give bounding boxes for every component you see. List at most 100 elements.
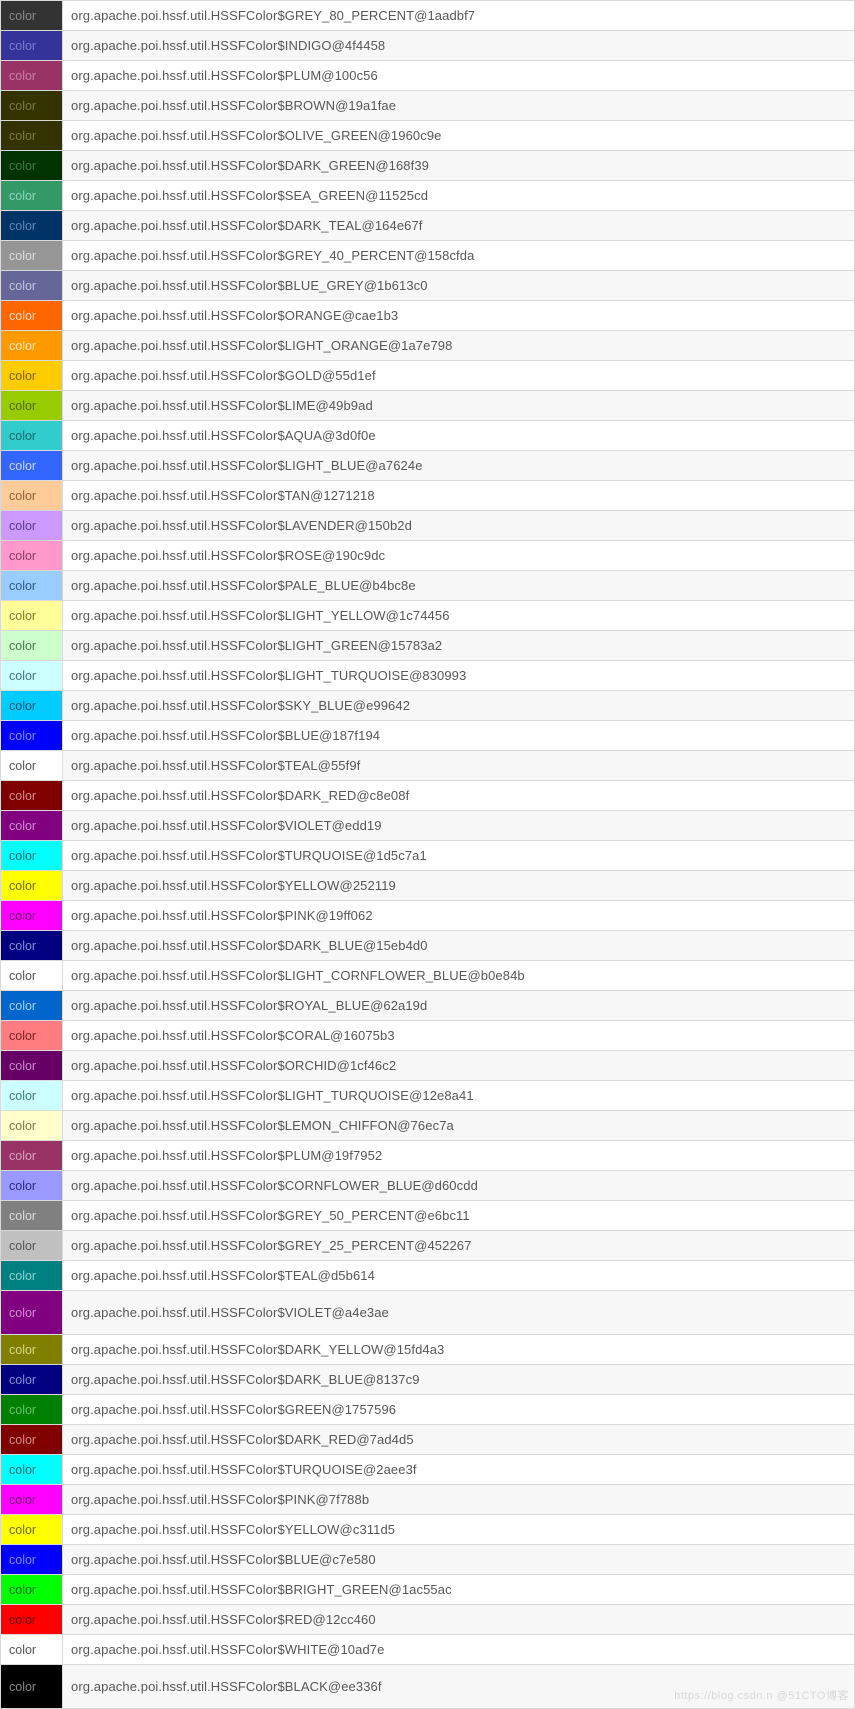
color-swatch-cell: color bbox=[1, 301, 63, 331]
color-value-cell: org.apache.poi.hssf.util.HSSFColor$LIGHT… bbox=[63, 451, 855, 481]
color-value-cell: org.apache.poi.hssf.util.HSSFColor$GREY_… bbox=[63, 1231, 855, 1261]
table-row: colororg.apache.poi.hssf.util.HSSFColor$… bbox=[1, 181, 855, 211]
table-row: colororg.apache.poi.hssf.util.HSSFColor$… bbox=[1, 1365, 855, 1395]
table-row: colororg.apache.poi.hssf.util.HSSFColor$… bbox=[1, 541, 855, 571]
color-swatch-cell: color bbox=[1, 511, 63, 541]
color-swatch-cell: color bbox=[1, 991, 63, 1021]
color-swatch-cell: color bbox=[1, 871, 63, 901]
color-swatch-cell: color bbox=[1, 721, 63, 751]
color-swatch-cell: color bbox=[1, 631, 63, 661]
color-swatch-cell: color bbox=[1, 1335, 63, 1365]
color-swatch-cell: color bbox=[1, 1201, 63, 1231]
color-swatch-cell: color bbox=[1, 91, 63, 121]
table-row: colororg.apache.poi.hssf.util.HSSFColor$… bbox=[1, 961, 855, 991]
color-swatch-cell: color bbox=[1, 1051, 63, 1081]
color-swatch-cell: color bbox=[1, 241, 63, 271]
table-row: colororg.apache.poi.hssf.util.HSSFColor$… bbox=[1, 481, 855, 511]
color-swatch-cell: color bbox=[1, 751, 63, 781]
color-value-cell: org.apache.poi.hssf.util.HSSFColor$LIGHT… bbox=[63, 1081, 855, 1111]
table-row: colororg.apache.poi.hssf.util.HSSFColor$… bbox=[1, 1111, 855, 1141]
color-swatch-cell: color bbox=[1, 1111, 63, 1141]
color-swatch-cell: color bbox=[1, 1171, 63, 1201]
color-value-cell: org.apache.poi.hssf.util.HSSFColor$ROSE@… bbox=[63, 541, 855, 571]
color-value-cell: org.apache.poi.hssf.util.HSSFColor$AQUA@… bbox=[63, 421, 855, 451]
color-value-cell: org.apache.poi.hssf.util.HSSFColor$LIGHT… bbox=[63, 961, 855, 991]
color-swatch-cell: color bbox=[1, 1021, 63, 1051]
color-value-cell: org.apache.poi.hssf.util.HSSFColor$GOLD@… bbox=[63, 361, 855, 391]
color-value-cell: org.apache.poi.hssf.util.HSSFColor$LIGHT… bbox=[63, 661, 855, 691]
color-swatch-cell: color bbox=[1, 841, 63, 871]
color-swatch-cell: color bbox=[1, 1545, 63, 1575]
color-swatch-cell: color bbox=[1, 781, 63, 811]
color-swatch-cell: color bbox=[1, 1231, 63, 1261]
color-value-cell: org.apache.poi.hssf.util.HSSFColor$DARK_… bbox=[63, 1335, 855, 1365]
color-swatch-cell: color bbox=[1, 1425, 63, 1455]
table-row: colororg.apache.poi.hssf.util.HSSFColor$… bbox=[1, 601, 855, 631]
table-row: colororg.apache.poi.hssf.util.HSSFColor$… bbox=[1, 241, 855, 271]
table-row: colororg.apache.poi.hssf.util.HSSFColor$… bbox=[1, 721, 855, 751]
table-row: colororg.apache.poi.hssf.util.HSSFColor$… bbox=[1, 331, 855, 361]
table-row: colororg.apache.poi.hssf.util.HSSFColor$… bbox=[1, 811, 855, 841]
color-swatch-cell: color bbox=[1, 421, 63, 451]
table-row: colororg.apache.poi.hssf.util.HSSFColor$… bbox=[1, 751, 855, 781]
color-swatch-cell: color bbox=[1, 481, 63, 511]
table-row: colororg.apache.poi.hssf.util.HSSFColor$… bbox=[1, 421, 855, 451]
table-row: colororg.apache.poi.hssf.util.HSSFColor$… bbox=[1, 1291, 855, 1335]
color-value-cell: org.apache.poi.hssf.util.HSSFColor$PLUM@… bbox=[63, 1141, 855, 1171]
table-row: colororg.apache.poi.hssf.util.HSSFColor$… bbox=[1, 1201, 855, 1231]
table-row: colororg.apache.poi.hssf.util.HSSFColor$… bbox=[1, 1455, 855, 1485]
color-value-cell: org.apache.poi.hssf.util.HSSFColor$GREY_… bbox=[63, 1201, 855, 1231]
color-swatch-cell: color bbox=[1, 31, 63, 61]
color-swatch-cell: color bbox=[1, 571, 63, 601]
color-swatch-cell: color bbox=[1, 151, 63, 181]
table-row: colororg.apache.poi.hssf.util.HSSFColor$… bbox=[1, 61, 855, 91]
color-value-cell: org.apache.poi.hssf.util.HSSFColor$WHITE… bbox=[63, 1635, 855, 1665]
table-row: colororg.apache.poi.hssf.util.HSSFColor$… bbox=[1, 1261, 855, 1291]
color-value-cell: org.apache.poi.hssf.util.HSSFColor$VIOLE… bbox=[63, 811, 855, 841]
color-value-cell: org.apache.poi.hssf.util.HSSFColor$PINK@… bbox=[63, 1485, 855, 1515]
color-swatch-cell: color bbox=[1, 361, 63, 391]
color-value-cell: org.apache.poi.hssf.util.HSSFColor$DARK_… bbox=[63, 781, 855, 811]
table-row: colororg.apache.poi.hssf.util.HSSFColor$… bbox=[1, 1635, 855, 1665]
color-swatch-cell: color bbox=[1, 541, 63, 571]
table-row: colororg.apache.poi.hssf.util.HSSFColor$… bbox=[1, 361, 855, 391]
color-value-cell: org.apache.poi.hssf.util.HSSFColor$ORANG… bbox=[63, 301, 855, 331]
table-row: colororg.apache.poi.hssf.util.HSSFColor$… bbox=[1, 91, 855, 121]
color-swatch-cell: color bbox=[1, 211, 63, 241]
table-row: colororg.apache.poi.hssf.util.HSSFColor$… bbox=[1, 781, 855, 811]
table-row: colororg.apache.poi.hssf.util.HSSFColor$… bbox=[1, 661, 855, 691]
color-value-cell: org.apache.poi.hssf.util.HSSFColor$DARK_… bbox=[63, 151, 855, 181]
color-value-cell: org.apache.poi.hssf.util.HSSFColor$GREEN… bbox=[63, 1395, 855, 1425]
color-value-cell: org.apache.poi.hssf.util.HSSFColor$LIGHT… bbox=[63, 631, 855, 661]
color-value-cell: org.apache.poi.hssf.util.HSSFColor$RED@1… bbox=[63, 1605, 855, 1635]
table-row: colororg.apache.poi.hssf.util.HSSFColor$… bbox=[1, 571, 855, 601]
color-value-cell: org.apache.poi.hssf.util.HSSFColor$ORCHI… bbox=[63, 1051, 855, 1081]
color-swatch-cell: color bbox=[1, 181, 63, 211]
table-row: colororg.apache.poi.hssf.util.HSSFColor$… bbox=[1, 901, 855, 931]
color-value-cell: org.apache.poi.hssf.util.HSSFColor$DARK_… bbox=[63, 1365, 855, 1395]
color-value-cell: org.apache.poi.hssf.util.HSSFColor$OLIVE… bbox=[63, 121, 855, 151]
color-swatch-cell: color bbox=[1, 1365, 63, 1395]
color-swatch-cell: color bbox=[1, 1575, 63, 1605]
table-row: colororg.apache.poi.hssf.util.HSSFColor$… bbox=[1, 1021, 855, 1051]
table-row: colororg.apache.poi.hssf.util.HSSFColor$… bbox=[1, 1231, 855, 1261]
table-row: colororg.apache.poi.hssf.util.HSSFColor$… bbox=[1, 121, 855, 151]
color-swatch-cell: color bbox=[1, 1605, 63, 1635]
color-swatch-cell: color bbox=[1, 931, 63, 961]
color-swatch-cell: color bbox=[1, 1261, 63, 1291]
color-value-cell: org.apache.poi.hssf.util.HSSFColor$TEAL@… bbox=[63, 751, 855, 781]
color-value-cell: org.apache.poi.hssf.util.HSSFColor$YELLO… bbox=[63, 871, 855, 901]
color-value-cell: org.apache.poi.hssf.util.HSSFColor$DARK_… bbox=[63, 211, 855, 241]
color-table: colororg.apache.poi.hssf.util.HSSFColor$… bbox=[0, 0, 855, 1709]
color-value-cell: org.apache.poi.hssf.util.HSSFColor$GREY_… bbox=[63, 241, 855, 271]
table-row: colororg.apache.poi.hssf.util.HSSFColor$… bbox=[1, 1605, 855, 1635]
color-value-cell: org.apache.poi.hssf.util.HSSFColor$BLACK… bbox=[63, 1665, 855, 1709]
color-swatch-cell: color bbox=[1, 1141, 63, 1171]
table-row: colororg.apache.poi.hssf.util.HSSFColor$… bbox=[1, 1575, 855, 1605]
color-value-cell: org.apache.poi.hssf.util.HSSFColor$DARK_… bbox=[63, 931, 855, 961]
color-swatch-cell: color bbox=[1, 1291, 63, 1335]
table-row: colororg.apache.poi.hssf.util.HSSFColor$… bbox=[1, 1171, 855, 1201]
table-row: colororg.apache.poi.hssf.util.HSSFColor$… bbox=[1, 1485, 855, 1515]
table-row: colororg.apache.poi.hssf.util.HSSFColor$… bbox=[1, 301, 855, 331]
table-row: colororg.apache.poi.hssf.util.HSSFColor$… bbox=[1, 451, 855, 481]
